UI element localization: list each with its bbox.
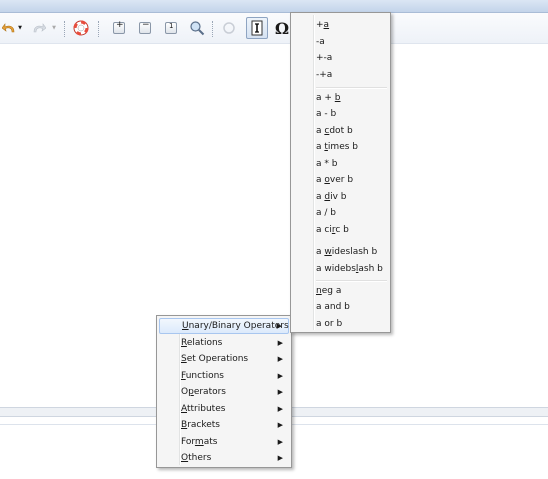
menu-item-label: Operators xyxy=(181,387,226,397)
show-all-icon[interactable] xyxy=(188,19,206,37)
submenu-item-label: a * b xyxy=(316,158,338,169)
menu-item-attributes[interactable]: Attributes ▶ xyxy=(159,401,289,417)
submenu-arrow-icon: ▶ xyxy=(277,421,283,429)
submenu-item-label: a wideslash b xyxy=(316,247,378,257)
submenu-item-a-wideslash-b[interactable]: a wideslash b xyxy=(293,244,388,260)
submenu-item-label: +-a xyxy=(316,53,333,63)
submenu-arrow-icon: ▶ xyxy=(276,322,282,330)
submenu-item-a-minus-b[interactable]: a - b xyxy=(293,106,388,122)
submenu-item-a-cdot-b[interactable]: a cdot b xyxy=(293,123,388,139)
unary-binary-operators-submenu: +a -a +-a -+a a + b a - b a cdot b a tim… xyxy=(290,12,391,333)
zoom-out-icon[interactable]: − xyxy=(136,19,154,37)
submenu-arrow-icon: ▶ xyxy=(277,355,283,363)
submenu-item-label: a or b xyxy=(316,318,343,329)
menu-item-label: Attributes xyxy=(181,403,226,414)
toolbar-separator xyxy=(212,21,214,37)
standard-toolbar: ▼ ▼ + − 1 Ω xyxy=(0,13,548,44)
zoom-in-icon[interactable]: + xyxy=(110,19,128,37)
submenu-item-a-asterisk-b[interactable]: a * b xyxy=(293,156,388,172)
submenu-item-label: a times b xyxy=(316,142,358,152)
zoom-100-icon[interactable]: 1 xyxy=(162,19,180,37)
menu-item-label: Formats xyxy=(181,436,218,447)
submenu-arrow-icon: ▶ xyxy=(277,437,283,446)
submenu-item-plus-a[interactable]: +a xyxy=(293,17,388,33)
submenu-item-neg-a[interactable]: neg a xyxy=(293,283,388,299)
submenu-arrow-icon: ▶ xyxy=(277,388,283,396)
submenu-item-label: neg a xyxy=(316,285,342,296)
submenu-item-a-plus-b[interactable]: a + b xyxy=(293,90,388,106)
redo-dropdown-arrow[interactable]: ▼ xyxy=(50,19,58,37)
submenu-item-label: a - b xyxy=(316,109,337,119)
menu-item-unary-binary-operators[interactable]: Unary/Binary Operators ▶ xyxy=(159,318,289,334)
toolbar-separator xyxy=(64,21,66,37)
submenu-item-label: a and b xyxy=(316,302,350,312)
submenu-item-label: a / b xyxy=(316,208,336,218)
submenu-item-label: -a xyxy=(316,36,325,47)
menu-item-label: Unary/Binary Operators xyxy=(182,321,289,331)
submenu-item-minus-plus-a[interactable]: -+a xyxy=(293,67,388,83)
menu-item-relations[interactable]: Relations ▶ xyxy=(159,335,289,351)
submenu-item-a-and-b[interactable]: a and b xyxy=(293,299,388,315)
submenu-item-plus-minus-a[interactable]: +-a xyxy=(293,50,388,66)
submenu-arrow-icon: ▶ xyxy=(277,371,283,380)
submenu-item-label: +a xyxy=(316,20,330,30)
submenu-item-a-slash-b[interactable]: a / b xyxy=(293,205,388,221)
submenu-item-label: a + b xyxy=(316,92,341,103)
window-titlebar xyxy=(0,0,548,13)
menu-item-others[interactable]: Others ▶ xyxy=(159,450,289,466)
submenu-item-label: -+a xyxy=(316,69,333,80)
menu-item-label: Set Operations xyxy=(181,354,249,364)
menu-item-label: Brackets xyxy=(181,420,220,430)
submenu-item-label: a widebslash b xyxy=(316,263,383,274)
menu-item-brackets[interactable]: Brackets ▶ xyxy=(159,417,289,433)
menu-item-label: Functions xyxy=(181,370,224,381)
submenu-item-label: a div b xyxy=(316,191,347,202)
submenu-item-a-or-b[interactable]: a or b xyxy=(293,316,388,332)
submenu-item-a-div-b[interactable]: a div b xyxy=(293,189,388,205)
symbols-icon[interactable]: Ω xyxy=(272,18,292,38)
menu-item-formats[interactable]: Formats ▶ xyxy=(159,434,289,450)
submenu-arrow-icon: ▶ xyxy=(277,454,283,462)
submenu-arrow-icon: ▶ xyxy=(277,338,283,347)
redo-icon[interactable] xyxy=(30,19,48,37)
help-icon[interactable] xyxy=(72,19,90,37)
symbols-glyph: Ω xyxy=(274,18,290,38)
submenu-item-label: a over b xyxy=(316,175,354,185)
menu-item-label: Others xyxy=(181,453,212,463)
submenu-item-a-widebslash-b[interactable]: a widebslash b xyxy=(293,261,388,277)
undo-dropdown-arrow[interactable]: ▼ xyxy=(16,19,24,37)
elements-context-menu: Unary/Binary Operators ▶ Relations ▶ Set… xyxy=(156,315,292,468)
menu-item-operators[interactable]: Operators ▶ xyxy=(159,384,289,400)
toolbar-separator xyxy=(98,21,100,37)
submenu-item-a-circ-b[interactable]: a circ b xyxy=(293,222,388,238)
update-icon[interactable] xyxy=(220,19,238,37)
submenu-item-a-times-b[interactable]: a times b xyxy=(293,139,388,155)
formula-cursor-icon[interactable] xyxy=(246,17,268,39)
submenu-item-a-over-b[interactable]: a over b xyxy=(293,172,388,188)
menu-item-functions[interactable]: Functions ▶ xyxy=(159,368,289,384)
submenu-item-label: a circ b xyxy=(316,224,349,235)
submenu-arrow-icon: ▶ xyxy=(277,404,283,413)
submenu-item-label: a cdot b xyxy=(316,125,353,136)
submenu-item-minus-a[interactable]: -a xyxy=(293,34,388,50)
menu-item-label: Relations xyxy=(181,337,223,348)
menu-item-set-operations[interactable]: Set Operations ▶ xyxy=(159,351,289,367)
